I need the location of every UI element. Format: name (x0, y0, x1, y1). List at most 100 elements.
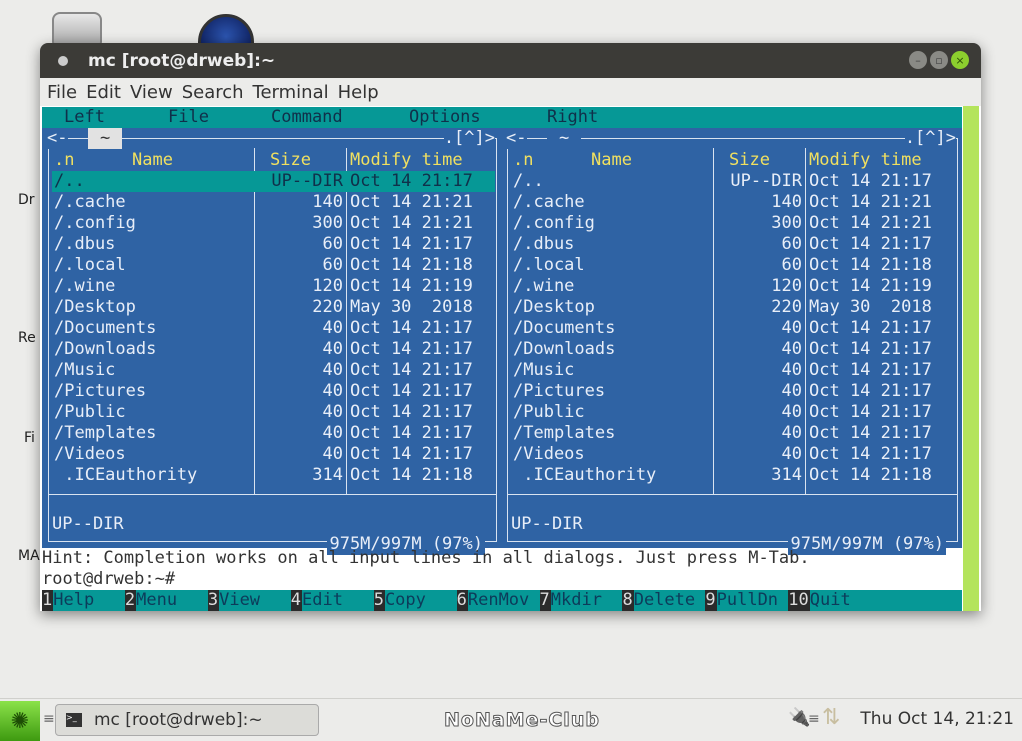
file-mtime: Oct 14 21:17 (350, 234, 473, 254)
file-row[interactable]: /Templates 40 Oct 14 21:17 (511, 423, 956, 444)
file-mtime: Oct 14 21:17 (350, 360, 473, 380)
file-name: /Downloads (513, 339, 616, 359)
file-row[interactable]: /Public 40 Oct 14 21:17 (511, 402, 956, 423)
file-row[interactable]: /Templates 40 Oct 14 21:17 (52, 423, 495, 444)
file-row[interactable]: /.dbus 60 Oct 14 21:17 (52, 234, 495, 255)
menu-help[interactable]: Help (338, 82, 379, 103)
panel-nav-left[interactable]: <- (46, 128, 69, 149)
file-row[interactable]: /Desktop 220 May 30 2018 (52, 297, 495, 318)
menu-edit[interactable]: Edit (86, 82, 121, 103)
clock[interactable]: Thu Oct 14, 21:21 (860, 709, 1014, 729)
file-row[interactable]: /.config 300 Oct 14 21:21 (52, 213, 495, 234)
fkey-button[interactable]: 5 Copy (373, 590, 457, 611)
panel-nav-left[interactable]: <- (505, 128, 528, 149)
file-mtime: Oct 14 21:19 (809, 276, 932, 296)
fkey-button[interactable]: 4 Edit (290, 590, 374, 611)
terminal[interactable]: Left File Command Options Right <- ~ .[^]>… (40, 106, 981, 611)
header-mtime[interactable]: Modify time (350, 150, 463, 171)
mc-menu-left[interactable]: Left (64, 107, 105, 128)
file-row[interactable]: /Pictures 40 Oct 14 21:17 (511, 381, 956, 402)
menu-terminal[interactable]: Terminal (253, 82, 329, 103)
fkey-button[interactable]: 7 Mkdir (539, 590, 623, 611)
file-row[interactable]: /.cache 140 Oct 14 21:21 (511, 192, 956, 213)
maximize-button[interactable]: ▫ (930, 51, 948, 69)
desktop-label[interactable]: Fi (24, 430, 35, 446)
mc-menu-options[interactable]: Options (409, 107, 481, 128)
file-row[interactable]: /Videos 40 Oct 14 21:17 (52, 444, 495, 465)
scrollbar[interactable] (963, 106, 979, 611)
menu-view[interactable]: View (130, 82, 173, 103)
file-mtime: Oct 14 21:21 (809, 213, 932, 233)
file-row[interactable]: /.config 300 Oct 14 21:21 (511, 213, 956, 234)
file-name: /.config (54, 213, 136, 233)
fkey-button[interactable]: 3 View (207, 590, 291, 611)
file-row[interactable]: /Pictures 40 Oct 14 21:17 (52, 381, 495, 402)
file-row[interactable]: /Music 40 Oct 14 21:17 (511, 360, 956, 381)
header-size[interactable]: Size (729, 150, 770, 171)
mc-menu-right[interactable]: Right (547, 107, 598, 128)
file-row[interactable]: /.cache 140 Oct 14 21:21 (52, 192, 495, 213)
file-row[interactable]: /Downloads 40 Oct 14 21:17 (511, 339, 956, 360)
file-row[interactable]: /Desktop 220 May 30 2018 (511, 297, 956, 318)
sort-indicator[interactable]: .n (54, 150, 74, 171)
titlebar[interactable]: mc [root@drweb]:~ (40, 43, 981, 78)
minimize-button[interactable]: – (909, 51, 927, 69)
fkey-button[interactable]: 1 Help (42, 590, 125, 611)
panel-nav-right[interactable]: .[^]> (904, 128, 956, 149)
file-mtime: May 30 2018 (350, 297, 473, 317)
file-row[interactable]: /.wine 120 Oct 14 21:19 (52, 276, 495, 297)
mc-menu-command[interactable]: Command (271, 107, 343, 128)
sort-indicator[interactable]: .n (513, 150, 533, 171)
file-row[interactable]: .ICEauthority 314 Oct 14 21:18 (52, 465, 495, 486)
file-row[interactable]: /Public 40 Oct 14 21:17 (52, 402, 495, 423)
file-size: 300 (312, 213, 343, 233)
fkey-button[interactable]: 6 RenMov (456, 590, 540, 611)
fkey-label: Help (53, 590, 115, 610)
left-panel[interactable]: <- ~ .[^]> .n Name Size Modify time /.. UP--DIR O… (42, 128, 501, 555)
panel-path[interactable]: ~ (88, 128, 123, 149)
mc-menu-file[interactable]: File (168, 107, 209, 128)
fkey-number: 10 (788, 590, 810, 611)
file-row[interactable]: /.local 60 Oct 14 21:18 (511, 255, 956, 276)
fkey-label: RenMov (467, 590, 530, 610)
menu-search[interactable]: Search (182, 82, 244, 103)
file-size: 40 (322, 444, 343, 464)
desktop-label[interactable]: Re (18, 330, 36, 346)
fkey-button[interactable]: 2 Menu (124, 590, 208, 611)
menu-file[interactable]: File (47, 82, 77, 103)
file-size: 120 (312, 276, 343, 296)
file-row[interactable]: /.. UP--DIR Oct 14 21:17 (52, 171, 495, 192)
fkey-button[interactable]: 8 Delete (622, 590, 705, 611)
file-row[interactable]: /Videos 40 Oct 14 21:17 (511, 444, 956, 465)
header-mtime[interactable]: Modify time (809, 150, 922, 171)
file-row[interactable]: /Documents 40 Oct 14 21:17 (52, 318, 495, 339)
start-menu-button[interactable]: ✺ (0, 701, 40, 741)
panel-path[interactable]: ~ (547, 128, 582, 149)
window-title: mc [root@drweb]:~ (88, 50, 276, 71)
header-name[interactable]: Name (132, 150, 173, 171)
file-row[interactable]: /.wine 120 Oct 14 21:19 (511, 276, 956, 297)
command-prompt[interactable]: root@drweb:~# (42, 569, 175, 590)
network-icon[interactable]: ⇅ (822, 705, 840, 730)
file-row[interactable]: /.dbus 60 Oct 14 21:17 (511, 234, 956, 255)
file-row[interactable]: /.. UP--DIR Oct 14 21:17 (511, 171, 956, 192)
file-row[interactable]: /.local 60 Oct 14 21:18 (52, 255, 495, 276)
desktop-label[interactable]: Dr (18, 192, 35, 208)
file-row[interactable]: /Documents 40 Oct 14 21:17 (511, 318, 956, 339)
panel-nav-right[interactable]: .[^]> (443, 128, 495, 149)
fkey-button[interactable]: 9 PullDn (705, 590, 788, 611)
file-size: 40 (322, 402, 343, 422)
file-mtime: Oct 14 21:17 (350, 318, 473, 338)
header-size[interactable]: Size (270, 150, 311, 171)
fkey-button[interactable]: 10 Quit (788, 590, 851, 611)
close-button[interactable]: × (951, 51, 969, 69)
file-row[interactable]: /Music 40 Oct 14 21:17 (52, 360, 495, 381)
trash-icon[interactable] (52, 12, 102, 46)
file-row[interactable]: .ICEauthority 314 Oct 14 21:18 (511, 465, 956, 486)
window-menu-icon[interactable] (58, 55, 68, 66)
right-panel[interactable]: <- ~ .[^]> .n Name Size Modify time /.. UP--DIR O… (501, 128, 962, 555)
desktop-label[interactable]: MA (18, 548, 40, 564)
taskbar-item-mc[interactable]: >_ mc [root@drweb]:~ (55, 704, 319, 736)
header-name[interactable]: Name (591, 150, 632, 171)
file-row[interactable]: /Downloads 40 Oct 14 21:17 (52, 339, 495, 360)
